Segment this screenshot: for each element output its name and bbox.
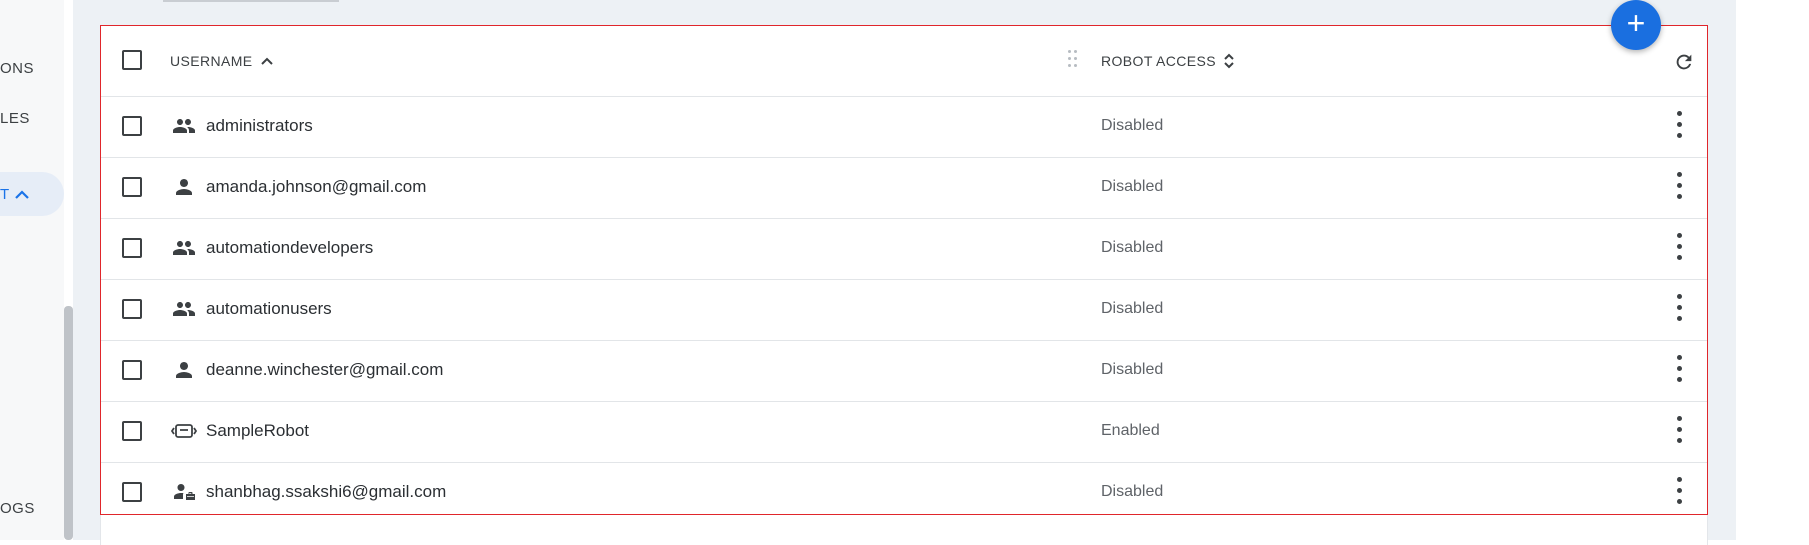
sidebar-scrollbar[interactable]: [64, 306, 73, 540]
table-row[interactable]: amanda.johnson@gmail.com Disabled: [101, 158, 1707, 219]
more-options-icon[interactable]: [1675, 233, 1683, 265]
sort-unsorted-icon: [1224, 53, 1234, 69]
sidebar-item-label: OGS: [0, 500, 35, 517]
row-robot-access: Enabled: [1101, 422, 1160, 439]
person-briefcase-icon: [170, 480, 198, 504]
robot-icon: [170, 419, 198, 443]
table-row[interactable]: deanne.winchester@gmail.com Disabled: [101, 341, 1707, 402]
right-gutter: [1736, 0, 1809, 540]
more-options-icon[interactable]: [1675, 172, 1683, 204]
column-header-label: ROBOT ACCESS: [1101, 53, 1217, 69]
sort-ascending-icon: [260, 57, 273, 65]
add-button[interactable]: +: [1611, 0, 1661, 50]
row-username[interactable]: automationusers: [206, 299, 332, 319]
group-icon: [170, 297, 198, 321]
sidebar-item-les[interactable]: LES: [0, 110, 30, 127]
users-table: USERNAME ROBOT ACCESS administrators Disa…: [100, 25, 1708, 515]
row-robot-access: Disabled: [1101, 239, 1164, 256]
table-row[interactable]: automationdevelopers Disabled: [101, 219, 1707, 280]
row-username[interactable]: shanbhag.ssakshi6@gmail.com: [206, 482, 446, 502]
sidebar-item-ogs[interactable]: OGS: [0, 500, 35, 517]
more-options-icon[interactable]: [1675, 294, 1683, 326]
sidebar-item-label: LES: [0, 110, 30, 127]
more-options-icon[interactable]: [1675, 111, 1683, 143]
column-header-username[interactable]: USERNAME: [170, 53, 273, 69]
row-username[interactable]: automationdevelopers: [206, 238, 373, 258]
table-row[interactable]: SampleRobot Enabled: [101, 402, 1707, 463]
more-options-icon[interactable]: [1675, 355, 1683, 387]
group-icon: [170, 236, 198, 260]
column-header-robot-access[interactable]: ROBOT ACCESS: [1101, 53, 1234, 69]
row-robot-access: Disabled: [1101, 300, 1164, 317]
table-row[interactable]: shanbhag.ssakshi6@gmail.com Disabled: [101, 463, 1707, 523]
more-options-icon[interactable]: [1675, 416, 1683, 448]
group-icon: [170, 114, 198, 138]
sidebar-item-label: ONS: [0, 60, 35, 77]
column-header-label: USERNAME: [170, 53, 253, 69]
more-options-icon[interactable]: [1675, 477, 1683, 509]
row-username[interactable]: administrators: [206, 116, 313, 136]
plus-icon: +: [1626, 5, 1646, 41]
sidebar-item-ons[interactable]: ONS: [0, 60, 34, 77]
person-icon: [170, 175, 198, 199]
row-checkbox[interactable]: [122, 238, 142, 258]
table-row[interactable]: automationusers Disabled: [101, 280, 1707, 341]
row-username[interactable]: SampleRobot: [206, 421, 309, 441]
row-checkbox[interactable]: [122, 177, 142, 197]
select-all-checkbox[interactable]: [122, 50, 142, 70]
person-icon: [170, 358, 198, 382]
chevron-up-icon: [15, 189, 29, 199]
column-resize-handle[interactable]: [1068, 50, 1078, 70]
row-checkbox[interactable]: [122, 421, 142, 441]
table-header: USERNAME ROBOT ACCESS: [101, 26, 1707, 97]
tab-underline: [163, 0, 339, 2]
row-checkbox[interactable]: [122, 116, 142, 136]
row-robot-access: Disabled: [1101, 483, 1164, 500]
row-username[interactable]: deanne.winchester@gmail.com: [206, 360, 443, 380]
row-checkbox[interactable]: [122, 360, 142, 380]
table-row[interactable]: administrators Disabled: [101, 97, 1707, 158]
row-checkbox[interactable]: [122, 482, 142, 502]
sidebar: ONS LES T OGS: [0, 0, 64, 540]
row-checkbox[interactable]: [122, 299, 142, 319]
row-username[interactable]: amanda.johnson@gmail.com: [206, 177, 426, 197]
row-robot-access: Disabled: [1101, 361, 1164, 378]
row-robot-access: Disabled: [1101, 178, 1164, 195]
sidebar-item-label: T: [0, 186, 10, 203]
sidebar-item-active[interactable]: T: [0, 186, 29, 203]
row-robot-access: Disabled: [1101, 117, 1164, 134]
refresh-icon[interactable]: [1673, 51, 1695, 73]
table-footer-area: [100, 515, 1708, 545]
